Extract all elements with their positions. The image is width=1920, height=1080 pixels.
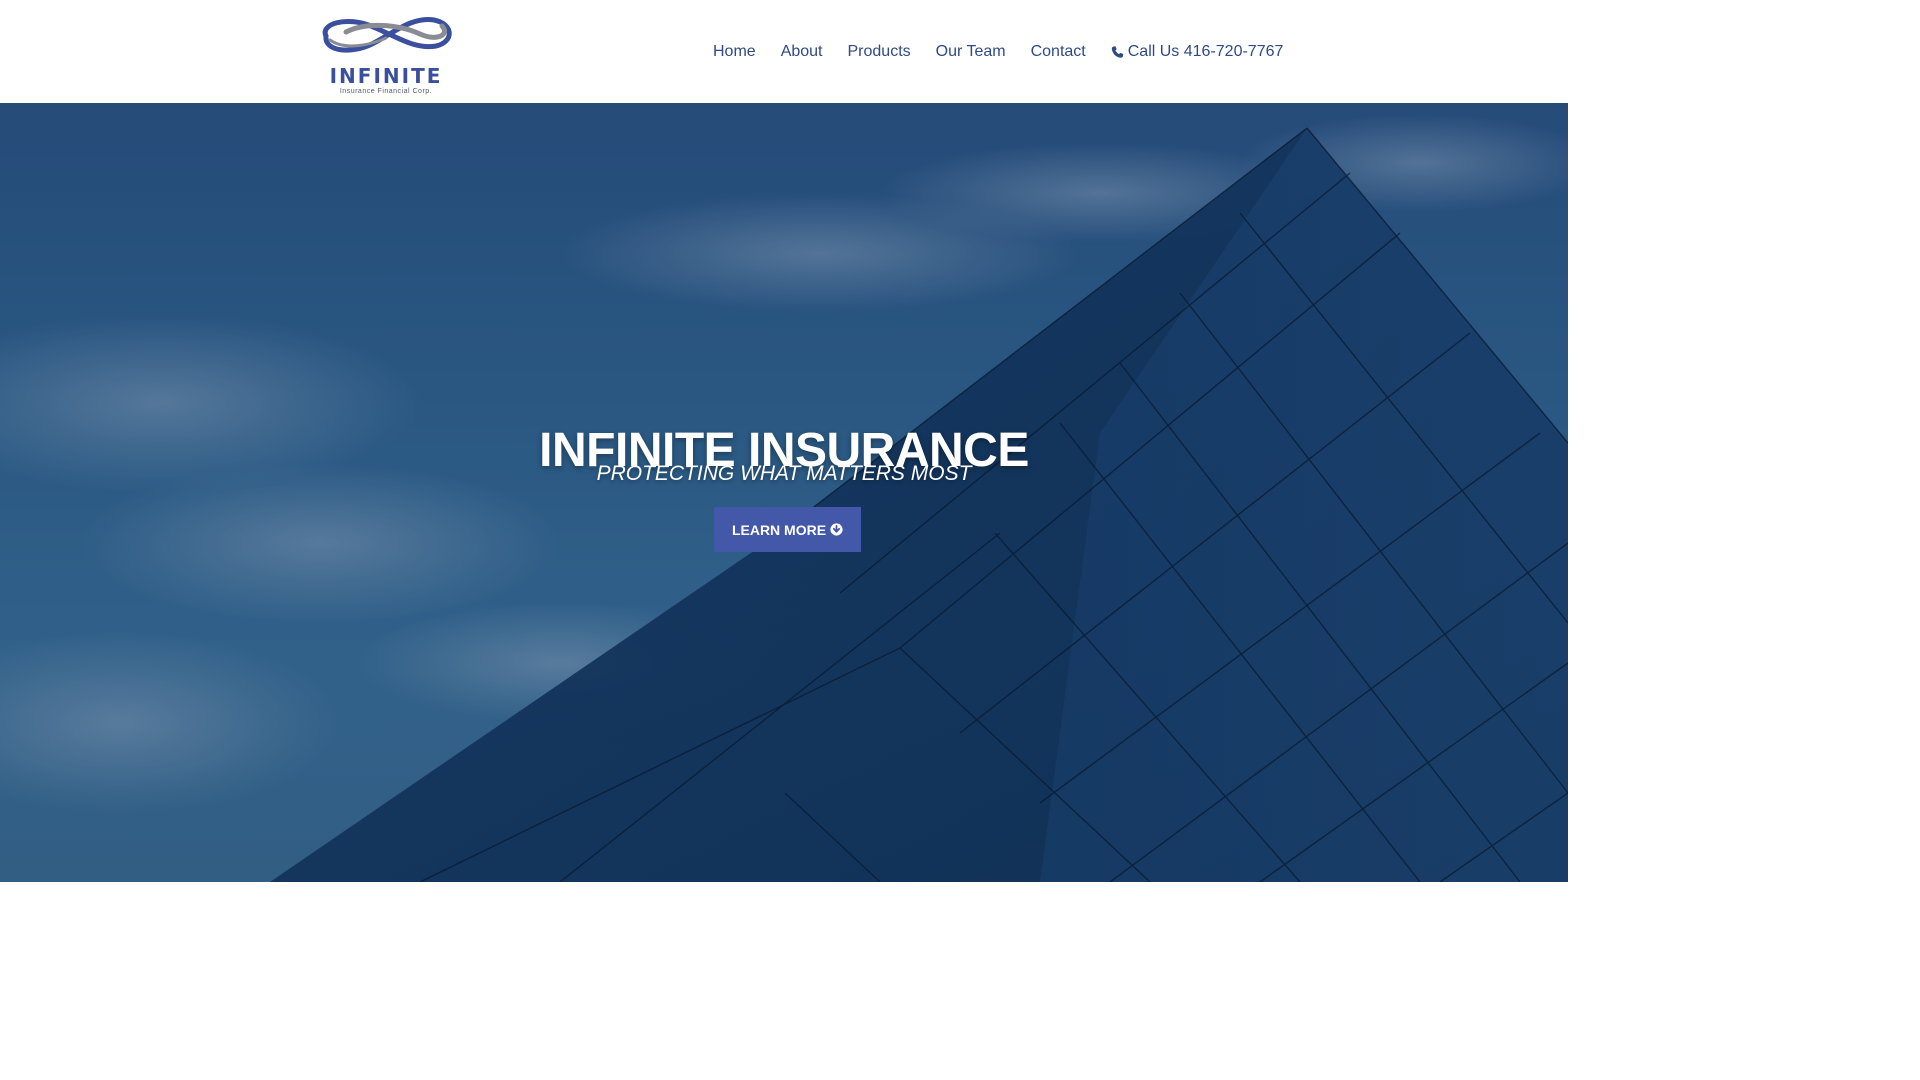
site-header: INFINITE Insurance Financial Corp. Home … <box>0 0 1568 103</box>
hero-section: INFINITE INSURANCE PROTECTING WHAT MATTE… <box>0 103 1568 882</box>
site-logo[interactable]: INFINITE Insurance Financial Corp. <box>316 10 456 98</box>
hero-background-image <box>0 103 1568 882</box>
nav-our-team[interactable]: Our Team <box>936 41 1006 63</box>
logo-subtitle: Insurance Financial Corp. <box>339 88 433 95</box>
hero-tagline: PROTECTING WHAT MATTERS MOST <box>596 462 972 485</box>
infinity-logo-icon <box>322 16 452 53</box>
nav-contact[interactable]: Contact <box>1031 41 1086 63</box>
nav-about[interactable]: About <box>781 41 823 63</box>
arrow-circle-down-icon <box>830 523 843 536</box>
nav-home[interactable]: Home <box>713 41 756 63</box>
call-us-label: Call Us 416-720-7767 <box>1127 43 1284 60</box>
phone-icon <box>1111 46 1123 58</box>
nav-products[interactable]: Products <box>848 41 911 63</box>
learn-more-label: LEARN MORE <box>731 521 827 538</box>
learn-more-button[interactable]: LEARN MORE <box>714 507 861 552</box>
main-nav: Home About Products Our Team Contact Cal… <box>713 41 1283 63</box>
logo-wordmark: INFINITE <box>329 64 443 88</box>
nav-call-us[interactable]: Call Us 416-720-7767 <box>1111 41 1284 63</box>
